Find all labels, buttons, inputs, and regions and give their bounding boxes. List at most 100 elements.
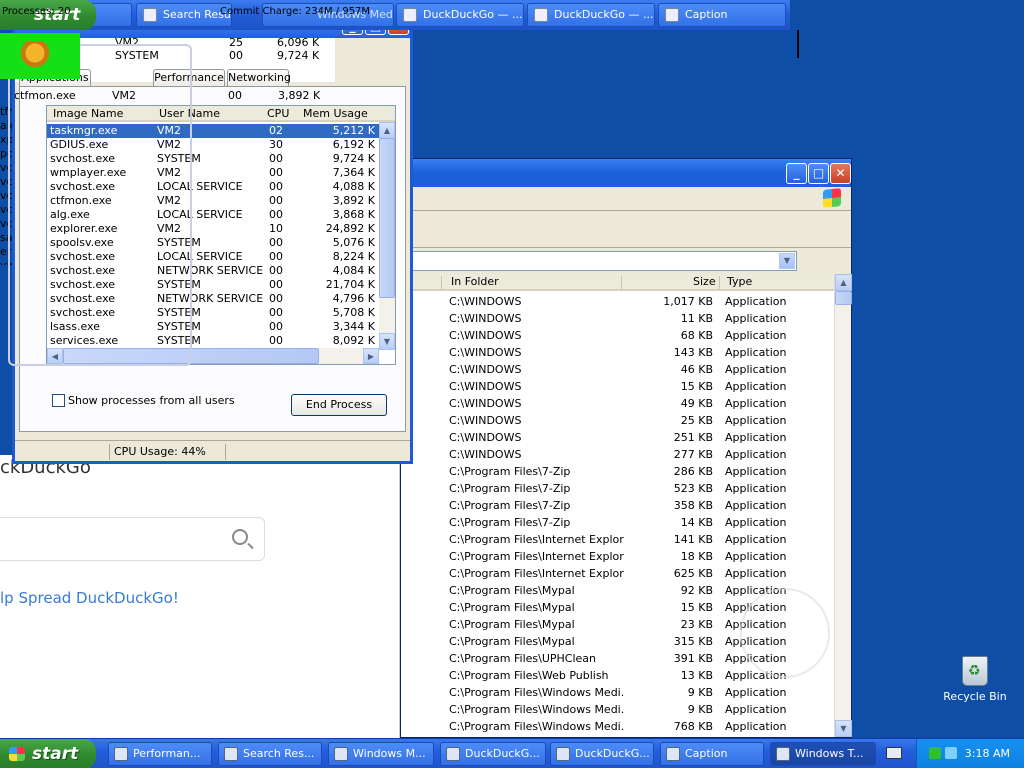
- maximize-button[interactable]: □: [808, 163, 829, 184]
- process-vscroll[interactable]: ▲ ▼: [379, 122, 395, 350]
- col-image-name[interactable]: Image Name: [53, 107, 123, 120]
- scroll-left-button[interactable]: ◀: [47, 348, 63, 364]
- process-mem: 5,212 K: [332, 124, 375, 137]
- process-name: svchost.exe: [50, 250, 116, 263]
- table-row[interactable]: C:\Program Files\7-Zip 523 KB Application: [401, 480, 836, 497]
- process-row[interactable]: GDIUS.exe VM2 30 6,192 K: [47, 138, 379, 152]
- col-user-name[interactable]: User Name: [159, 107, 220, 120]
- process-row[interactable]: lsass.exe SYSTEM 00 3,344 K: [47, 320, 379, 334]
- task-duckduckgo-2[interactable]: DuckDuckG...: [550, 742, 654, 766]
- row-size: 523 KB: [673, 482, 713, 495]
- col-cpu[interactable]: CPU: [267, 107, 289, 120]
- task-performance[interactable]: Performan...: [108, 742, 212, 766]
- close-button[interactable]: ✕: [830, 163, 851, 184]
- scroll-up-button[interactable]: ▲: [835, 274, 852, 291]
- table-row[interactable]: C:\Program Files\Internet Explorer 141 KB…: [401, 531, 836, 548]
- process-row[interactable]: spoolsv.exe SYSTEM 00 5,076 K: [47, 236, 379, 250]
- task-caption[interactable]: Caption: [660, 742, 764, 766]
- process-row[interactable]: explorer.exe VM2 10 24,892 K: [47, 222, 379, 236]
- scroll-right-button[interactable]: ▶: [363, 348, 379, 364]
- task-search[interactable]: Search Res...: [218, 742, 322, 766]
- table-row[interactable]: C:\WINDOWS 251 KB Application: [401, 429, 836, 446]
- table-row[interactable]: C:\WINDOWS 46 KB Application: [401, 361, 836, 378]
- panel-peek-cpu: 00: [228, 89, 242, 102]
- menu-bar: [401, 187, 851, 211]
- row-type: Application: [725, 533, 787, 546]
- table-row[interactable]: C:\WINDOWS 277 KB Application: [401, 446, 836, 463]
- table-row[interactable]: C:\WINDOWS 15 KB Application: [401, 378, 836, 395]
- process-row[interactable]: svchost.exe SYSTEM 00 21,704 K: [47, 278, 379, 292]
- row-type: Application: [725, 312, 787, 325]
- ghost-task-ddg-1[interactable]: DuckDuckGo — ...: [396, 3, 524, 27]
- ghost-task-caption[interactable]: Caption: [658, 3, 786, 27]
- keyboard-icon[interactable]: [886, 747, 902, 759]
- process-row[interactable]: svchost.exe SYSTEM 00 5,708 K: [47, 306, 379, 320]
- ddg-spread-link[interactable]: lp Spread DuckDuckGo!: [0, 589, 179, 607]
- process-row[interactable]: svchost.exe NETWORK SERVICE 00 4,084 K: [47, 264, 379, 278]
- task-windows-media[interactable]: Windows M...: [328, 742, 434, 766]
- col-type[interactable]: Type: [727, 275, 752, 288]
- table-row[interactable]: C:\Program Files\Windows Medi... 768 KB Ap…: [401, 718, 836, 735]
- process-name: svchost.exe: [50, 152, 116, 165]
- minimize-button[interactable]: _: [786, 163, 807, 184]
- col-in-folder[interactable]: In Folder: [451, 275, 499, 288]
- table-row[interactable]: C:\WINDOWS 49 KB Application: [401, 395, 836, 412]
- process-row[interactable]: svchost.exe NETWORK SERVICE 00 4,796 K: [47, 292, 379, 306]
- ghost-task-search[interactable]: Search Resu...: [136, 3, 232, 27]
- table-row[interactable]: C:\Program Files\Internet Explorer 625 KB…: [401, 565, 836, 582]
- show-all-users-label[interactable]: Show processes from all users: [68, 394, 235, 407]
- col-size[interactable]: Size: [693, 275, 716, 288]
- scroll-up-button[interactable]: ▲: [379, 122, 395, 139]
- chevron-down-icon[interactable]: ▼: [779, 253, 795, 269]
- search-window-titlebar[interactable]: _ □ ✕: [401, 159, 851, 187]
- table-row[interactable]: C:\Program Files\Windows Medi... 9 KB Appl…: [401, 684, 836, 701]
- table-row[interactable]: C:\Program Files\7-Zip 286 KB Application: [401, 463, 836, 480]
- table-row[interactable]: C:\WINDOWS 1,017 KB Application: [401, 293, 836, 310]
- scroll-down-button[interactable]: ▼: [835, 720, 852, 737]
- search-icon[interactable]: [232, 529, 248, 545]
- table-row[interactable]: C:\Program Files\Windows Medi... 9 KB Appl…: [401, 701, 836, 718]
- start-button[interactable]: start: [0, 739, 96, 768]
- process-row[interactable]: services.exe SYSTEM 00 8,092 K: [47, 334, 379, 348]
- col-mem-usage[interactable]: Mem Usage: [303, 107, 368, 120]
- table-row[interactable]: C:\Program Files\7-Zip 14 KB Application: [401, 514, 836, 531]
- hscroll-thumb[interactable]: [63, 348, 319, 364]
- scroll-down-button[interactable]: ▼: [379, 333, 395, 350]
- table-row[interactable]: C:\Program Files\Internet Explorer 18 KB A…: [401, 548, 836, 565]
- table-row[interactable]: C:\WINDOWS 143 KB Application: [401, 344, 836, 361]
- process-row[interactable]: svchost.exe SYSTEM 00 9,724 K: [47, 152, 379, 166]
- tray-monitor-icon[interactable]: [929, 747, 941, 759]
- address-combo[interactable]: ▼: [401, 251, 797, 271]
- table-row[interactable]: C:\WINDOWS 11 KB Application: [401, 310, 836, 327]
- clock[interactable]: 3:18 AM: [965, 747, 1010, 760]
- row-folder: C:\Program Files\Mypal: [449, 618, 575, 631]
- results-scrollbar[interactable]: ▲ ▼: [834, 274, 852, 737]
- task-label: Windows M...: [353, 747, 426, 760]
- tab-performance[interactable]: Performance: [153, 69, 225, 87]
- peek-user: SYSTEM: [115, 49, 159, 62]
- ddg-search-box[interactable]: [0, 517, 265, 561]
- process-row[interactable]: wmplayer.exe VM2 00 7,364 K: [47, 166, 379, 180]
- ghost-task-ddg-2[interactable]: DuckDuckGo — ...: [527, 3, 655, 27]
- table-row[interactable]: C:\WINDOWS 25 KB Application: [401, 412, 836, 429]
- scroll-thumb[interactable]: [835, 291, 852, 305]
- tab-networking[interactable]: Networking: [227, 69, 291, 87]
- process-hscroll[interactable]: ◀ ▶: [47, 348, 379, 364]
- process-row[interactable]: alg.exe LOCAL SERVICE 00 3,868 K: [47, 208, 379, 222]
- table-row[interactable]: C:\WINDOWS 68 KB Application: [401, 327, 836, 344]
- network-icon[interactable]: [945, 747, 957, 759]
- task-windows-task-manager[interactable]: Windows T...: [770, 742, 876, 766]
- row-type: Application: [725, 703, 787, 716]
- show-all-users-checkbox[interactable]: [52, 394, 65, 407]
- task-duckduckgo-1[interactable]: DuckDuckG...: [440, 742, 546, 766]
- task-label: DuckDuckG...: [465, 747, 540, 760]
- table-row[interactable]: C:\Program Files\7-Zip 358 KB Application: [401, 497, 836, 514]
- process-name: services.exe: [50, 334, 119, 347]
- end-process-button[interactable]: End Process: [291, 394, 387, 416]
- process-row[interactable]: svchost.exe LOCAL SERVICE 00 8,224 K: [47, 250, 379, 264]
- recycle-bin[interactable]: Recycle Bin: [940, 656, 1010, 716]
- scroll-thumb[interactable]: [379, 138, 395, 298]
- process-row[interactable]: svchost.exe LOCAL SERVICE 00 4,088 K: [47, 180, 379, 194]
- process-row[interactable]: taskmgr.exe VM2 02 5,212 K: [47, 124, 379, 138]
- process-row[interactable]: ctfmon.exe VM2 00 3,892 K: [47, 194, 379, 208]
